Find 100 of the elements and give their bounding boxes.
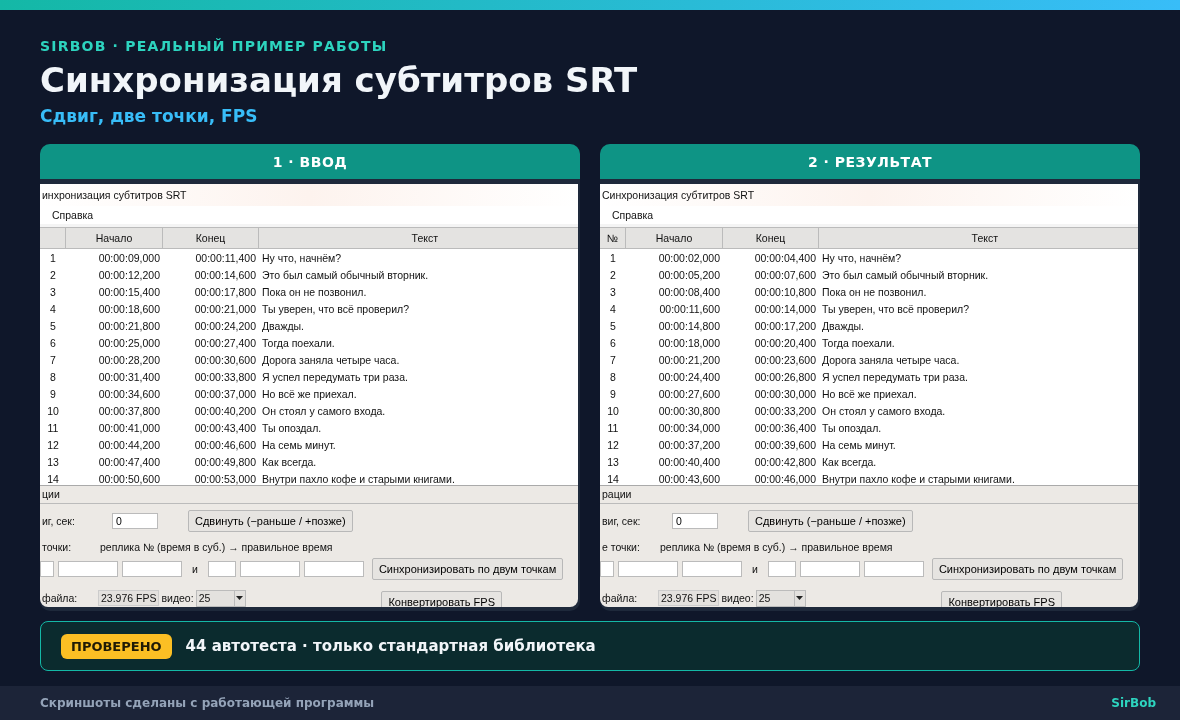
column-header[interactable]: № (600, 228, 626, 248)
and-label: и (191, 563, 199, 575)
table-cell-text: 7 (609, 353, 617, 366)
table-cell-text: 00:00:43,600 (657, 472, 721, 485)
column-header[interactable]: Конец (163, 228, 259, 248)
table-cell-text: Но всё же приехал. (261, 387, 358, 400)
status-text: 44 автотеста · только стандартная библиотека (185, 637, 596, 655)
table-cell-text: 00:00:24,200 (193, 319, 257, 332)
table-cell-text: Дважды. (821, 319, 866, 332)
table-cell-text: 00:00:21,000 (193, 302, 257, 315)
input-field[interactable] (618, 561, 678, 577)
table-cell-text: 00:00:39,600 (753, 438, 817, 451)
table-cell-text: 6 (609, 336, 617, 349)
table-cell-text: 00:00:36,400 (753, 421, 817, 434)
table-cell-text: 00:00:25,000 (97, 336, 161, 349)
table-cell-text: 5 (609, 319, 617, 332)
input-field[interactable] (122, 561, 182, 577)
input-field[interactable] (207, 561, 236, 577)
table-cell-text: 00:00:02,000 (657, 251, 721, 264)
sync-button[interactable]: Синхронизировать по двум точкам (371, 558, 564, 580)
table-cell-text: 00:00:31,400 (97, 370, 161, 383)
input-field[interactable] (600, 561, 614, 577)
input-field[interactable] (58, 561, 118, 577)
table-cell-text: 7 (49, 353, 57, 366)
column-header[interactable]: Начало (66, 228, 163, 248)
fps-dropdown[interactable]: 25 (755, 589, 806, 607)
column-header[interactable]: Начало (626, 228, 723, 248)
table-cell-text: 3 (49, 285, 57, 298)
table-cell-text: 00:00:18,600 (97, 302, 161, 315)
table-cell-text: 00:00:07,600 (753, 268, 817, 281)
table-cell-text: 00:00:44,200 (97, 438, 161, 451)
footer-brand: SirBob (1111, 696, 1156, 710)
table-cell-text: 00:00:46,600 (193, 438, 257, 451)
menu-item[interactable]: Справка (610, 209, 656, 221)
table-cell-text: 1 (609, 251, 617, 264)
table-cell-text: 00:00:53,000 (193, 472, 257, 485)
input-field[interactable] (799, 561, 860, 577)
table-cell-text: 00:00:41,000 (97, 421, 161, 434)
sync-button[interactable]: Синхронизировать по двум точкам (931, 558, 1124, 580)
table-cell-text: 8 (609, 370, 617, 383)
column-header[interactable]: Текст (259, 228, 578, 248)
table-cell-text: 3 (609, 285, 617, 298)
table-cell-text: На семь минут. (821, 438, 897, 451)
hint-text: реплика № (время в суб.) → правильное время (660, 541, 893, 553)
table-cell-text: 00:00:04,400 (753, 251, 817, 264)
fps-dropdown[interactable]: 25 (195, 589, 246, 607)
table-cell-text: Тогда поехали. (821, 336, 896, 349)
page-title: Синхронизация субтитров SRT (40, 60, 639, 100)
table-cell-text: 00:00:14,000 (753, 302, 817, 315)
table-cell-text: 00:00:33,800 (193, 370, 257, 383)
table-cell-text: Я успел передумать три раза. (821, 370, 969, 383)
table-cell-text: 12 (46, 438, 60, 451)
table-cell-text: 00:00:26,800 (753, 370, 817, 383)
table-cell-text: 00:00:15,400 (97, 285, 161, 298)
field-label: файла: (601, 592, 639, 604)
caret-icon (233, 590, 245, 606)
input-field[interactable]: 0 (112, 513, 158, 529)
table-cell-text: 2 (49, 268, 57, 281)
brand-line: SIRBOB · РЕАЛЬНЫЙ ПРИМЕР РАБОТЫ (40, 38, 389, 56)
menu-item[interactable]: Справка (50, 209, 96, 221)
table-cell-text: 4 (609, 302, 617, 315)
table-cell-text: 00:00:11,400 (194, 251, 257, 264)
shift-button[interactable]: Сдвинуть (−раньше / +позже) (748, 510, 913, 532)
table-cell-text: 00:00:30,600 (193, 353, 257, 366)
table-cell-text: 00:00:11,600 (658, 302, 721, 315)
group-label: рации (600, 486, 1138, 504)
table-cell-text: Он стоял у самого входа. (821, 404, 947, 417)
input-field[interactable]: 0 (672, 513, 718, 529)
panel-header: 1 · ВВОД (40, 144, 580, 179)
input-field[interactable] (40, 561, 54, 577)
and-label: и (751, 563, 759, 575)
column-header[interactable]: Конец (723, 228, 819, 248)
field-label: е точки: (601, 541, 641, 553)
group-label: ции (40, 486, 578, 504)
table-cell-text: Дважды. (261, 319, 306, 332)
table-cell-text: 13 (606, 455, 620, 468)
column-header[interactable]: Текст (819, 228, 1138, 248)
table-cell-text: 00:00:33,200 (753, 404, 817, 417)
input-field[interactable] (239, 561, 300, 577)
field-label: видео: (160, 592, 195, 604)
field-label: иг, сек: (41, 515, 76, 527)
table-cell-text: Ты опоздал. (821, 421, 883, 434)
table-cell-text: 00:00:12,200 (97, 268, 161, 281)
table-cell-text: 00:00:43,400 (193, 421, 257, 434)
table-cell-text: 14 (606, 472, 620, 485)
shift-button[interactable]: Сдвинуть (−раньше / +позже) (188, 510, 353, 532)
table-cell-text: 00:00:18,000 (657, 336, 721, 349)
table-cell-text: 9 (49, 387, 57, 400)
input-field[interactable] (682, 561, 742, 577)
input-field[interactable] (767, 561, 796, 577)
caret-icon (793, 590, 805, 606)
input-field[interactable] (303, 561, 364, 577)
table-cell-text: Он стоял у самого входа. (261, 404, 387, 417)
input-field[interactable] (863, 561, 924, 577)
table-cell-text: 00:00:17,800 (193, 285, 257, 298)
table-cell-text: 00:00:40,200 (193, 404, 257, 417)
table-cell-text: Ты уверен, что всё проверил? (821, 302, 970, 315)
table-cell-text: 5 (49, 319, 57, 332)
table-cell-text: Это был самый обычный вторник. (821, 268, 990, 281)
field-label: видео: (720, 592, 755, 604)
